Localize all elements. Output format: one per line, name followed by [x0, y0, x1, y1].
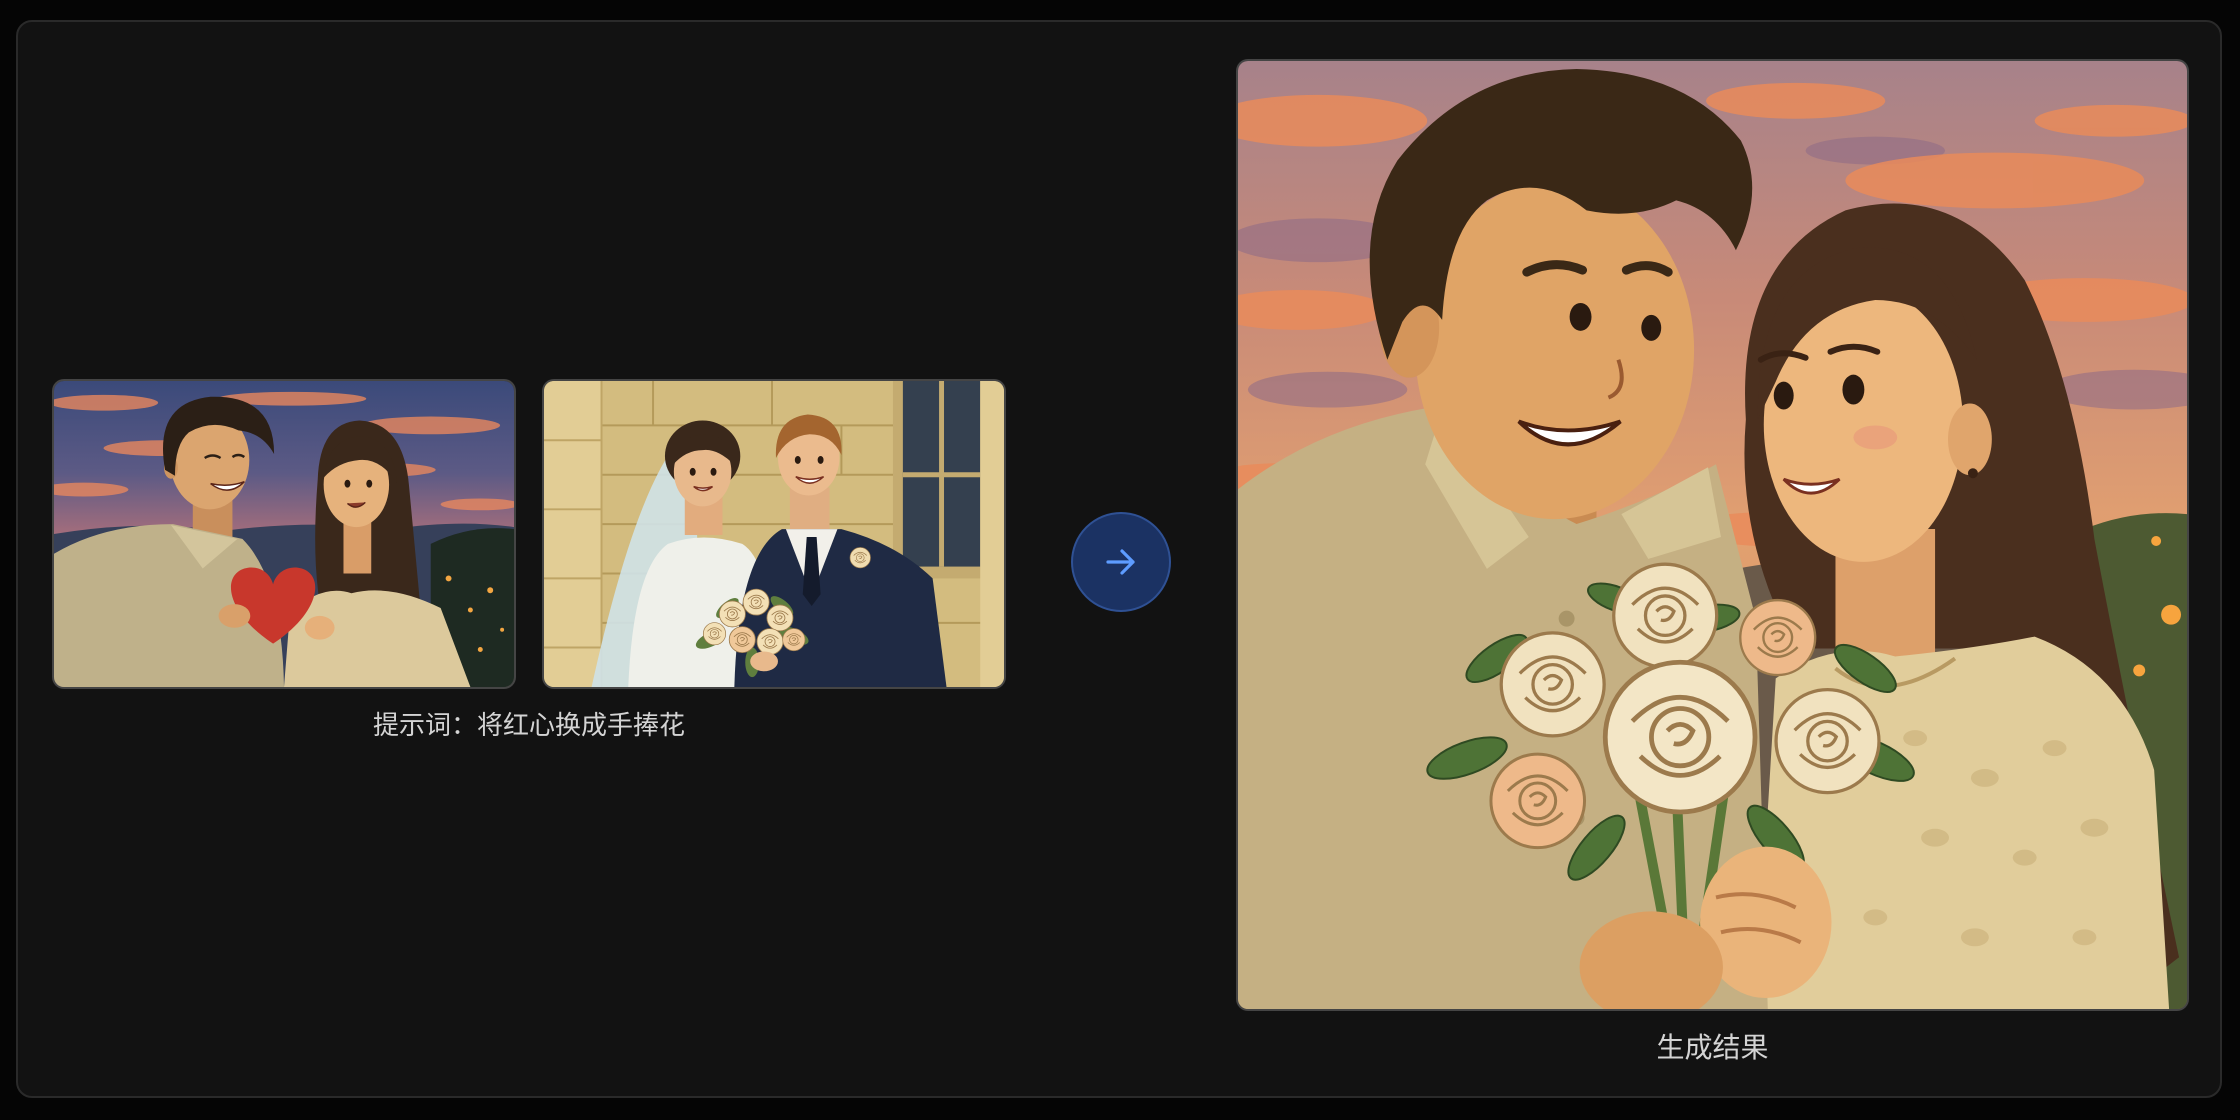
- arrow-right-icon: [1106, 549, 1135, 575]
- transition-arrow: [1071, 512, 1171, 612]
- result-image: [1236, 59, 2189, 1011]
- woman-hand: [304, 615, 335, 640]
- comparison-panel: 提示词：将红心换成手捧花 生成结果: [16, 20, 2222, 1098]
- man-hand: [218, 604, 251, 628]
- prompt-caption: 提示词：将红心换成手捧花: [52, 708, 1006, 744]
- couple-bouquet-illustration: [1238, 61, 2187, 1009]
- result-caption: 生成结果: [1656, 1031, 1769, 1064]
- couple-heart-illustration: [54, 381, 514, 687]
- reference-image-2: [542, 379, 1006, 689]
- prompt-text: 将红心换成手捧花: [477, 711, 686, 741]
- reference-image-1: [52, 379, 516, 689]
- wedding-couple-illustration: [544, 381, 1004, 687]
- prompt-label: 提示词：: [372, 711, 477, 741]
- bride-hand: [750, 651, 778, 672]
- stone-pillar: [544, 381, 602, 687]
